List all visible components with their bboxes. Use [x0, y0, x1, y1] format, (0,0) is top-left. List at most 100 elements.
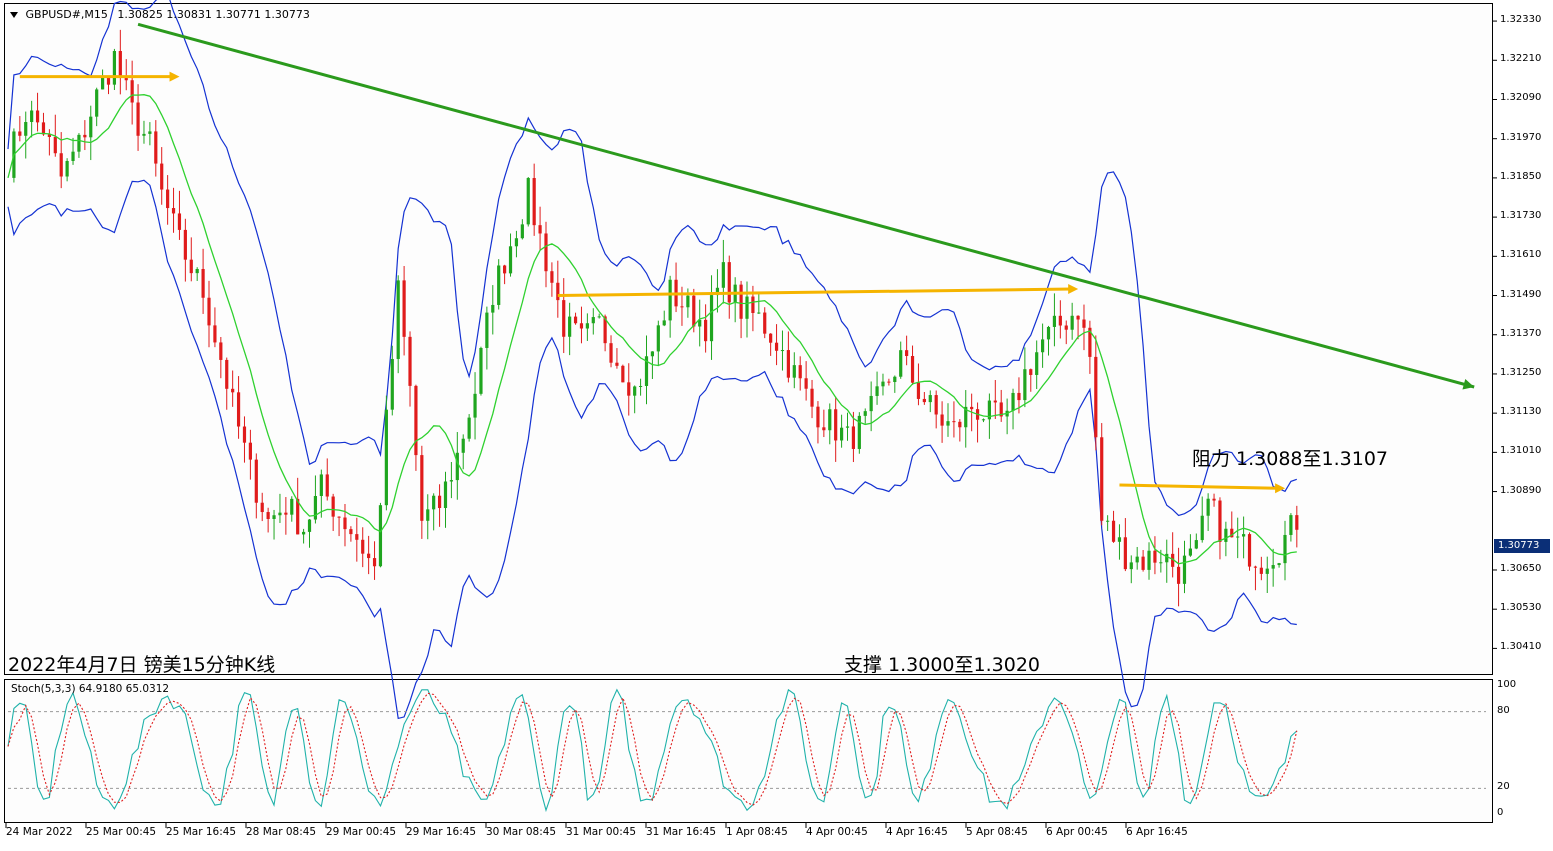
level-arrow-icon [1068, 283, 1079, 294]
candle-body [792, 365, 796, 378]
price-tick-label: 1.31250 [1500, 366, 1542, 378]
candle-body [414, 385, 418, 456]
candle-body [899, 350, 903, 377]
candle-body [680, 306, 684, 308]
candle-body [869, 395, 873, 412]
candle-body [1247, 534, 1252, 567]
candle-body [934, 395, 938, 415]
candle-body [1212, 498, 1216, 501]
time-tick-label: 4 Apr 16:45 [886, 826, 948, 838]
candle-body [633, 386, 637, 396]
candle-body [615, 362, 619, 366]
candle-body [514, 238, 519, 247]
candle-body [160, 163, 164, 190]
candle-body [195, 268, 199, 274]
price-tick-label: 1.30530 [1500, 602, 1542, 614]
candle-body [378, 505, 383, 567]
candle-body [1165, 553, 1169, 563]
stoch-main-line [7, 688, 1298, 813]
level-arrow-icon [1275, 483, 1286, 494]
time-tick-label: 31 Mar 16:45 [646, 826, 717, 838]
candle-body [1094, 356, 1098, 438]
candle-body [343, 517, 347, 530]
candle-body [692, 295, 696, 327]
candle-body [367, 553, 371, 559]
candle-body [946, 421, 950, 426]
candle-body [426, 509, 430, 521]
candle-body [372, 558, 377, 567]
candle-body [1058, 315, 1062, 326]
candle-body [189, 259, 193, 274]
candle-body [485, 312, 489, 348]
trendline [137, 22, 1475, 389]
candle-body [219, 342, 223, 360]
candle-body [290, 498, 294, 515]
price-tick-label: 1.31970 [1500, 131, 1542, 143]
price-tick-label: 1.31610 [1500, 249, 1542, 261]
candle-body [1035, 352, 1039, 375]
candle-body [905, 350, 909, 357]
lower-band-line [7, 179, 1297, 720]
candle-body [940, 414, 944, 426]
candle-body [53, 136, 57, 154]
candle-body [532, 178, 536, 226]
time-tick-label: 31 Mar 00:45 [566, 826, 637, 838]
price-tick-label: 1.31730 [1500, 210, 1542, 222]
candle-body [1224, 528, 1228, 542]
candle-body [1253, 566, 1258, 568]
candle-body [822, 427, 826, 431]
candle-body [1206, 498, 1210, 516]
candle-body [970, 406, 974, 410]
candle-body [650, 351, 655, 357]
candle-body [1135, 556, 1139, 563]
candle-body [1176, 566, 1181, 584]
upper-band-line [7, 0, 1298, 517]
price-tick-label: 1.32330 [1500, 14, 1542, 26]
candle-body [910, 356, 915, 383]
candle-body [266, 512, 270, 519]
candle-body [100, 76, 105, 90]
candle-body [278, 512, 282, 516]
candle-body [248, 442, 252, 460]
price-tick-label: 1.31130 [1500, 406, 1542, 418]
candle-body [1194, 540, 1198, 549]
candle-body [1259, 567, 1263, 574]
chart-header: GBPUSD#,M15 1.30825 1.30831 1.30771 1.30… [10, 8, 310, 21]
candle-body [260, 502, 264, 513]
time-tick-label: 29 Mar 16:45 [406, 826, 477, 838]
collapse-arrow-icon[interactable] [10, 12, 18, 18]
candle-body [704, 319, 708, 342]
candle-body [1147, 550, 1151, 570]
candle-body [325, 474, 329, 497]
candle-body [1052, 315, 1057, 327]
candle-body [432, 495, 436, 510]
candle-body [656, 325, 660, 352]
candle-body [786, 350, 790, 378]
time-tick-label: 25 Mar 16:45 [166, 826, 237, 838]
candle-body [887, 381, 891, 383]
stoch-tick-label: 80 [1497, 704, 1510, 716]
time-tick-label: 25 Mar 00:45 [86, 826, 157, 838]
price-tick-label: 1.31370 [1500, 327, 1542, 339]
candle-body [1295, 515, 1299, 530]
candle-body [455, 452, 459, 481]
candle-body [1046, 326, 1051, 340]
candle-body [1141, 556, 1145, 570]
candle-body [349, 529, 353, 535]
price-tick-label: 1.30890 [1500, 484, 1542, 496]
candle-body [1283, 534, 1287, 564]
time-tick-label: 24 Mar 2022 [6, 826, 73, 838]
candle-body [272, 515, 276, 519]
candle-body [1017, 392, 1021, 401]
price-tick-label: 1.30410 [1500, 641, 1542, 653]
candle-body [130, 80, 134, 103]
candle-body [585, 323, 589, 329]
candle-body [804, 378, 808, 389]
candle-body [893, 376, 897, 383]
candle-body [662, 320, 666, 326]
candle-body [745, 296, 749, 319]
stochastic-label: Stoch(5,3,3) 64.9180 65.0312 [11, 683, 170, 695]
time-tick-label: 6 Apr 16:45 [1126, 826, 1188, 838]
candle-body [573, 316, 578, 324]
candle-body [95, 89, 99, 117]
